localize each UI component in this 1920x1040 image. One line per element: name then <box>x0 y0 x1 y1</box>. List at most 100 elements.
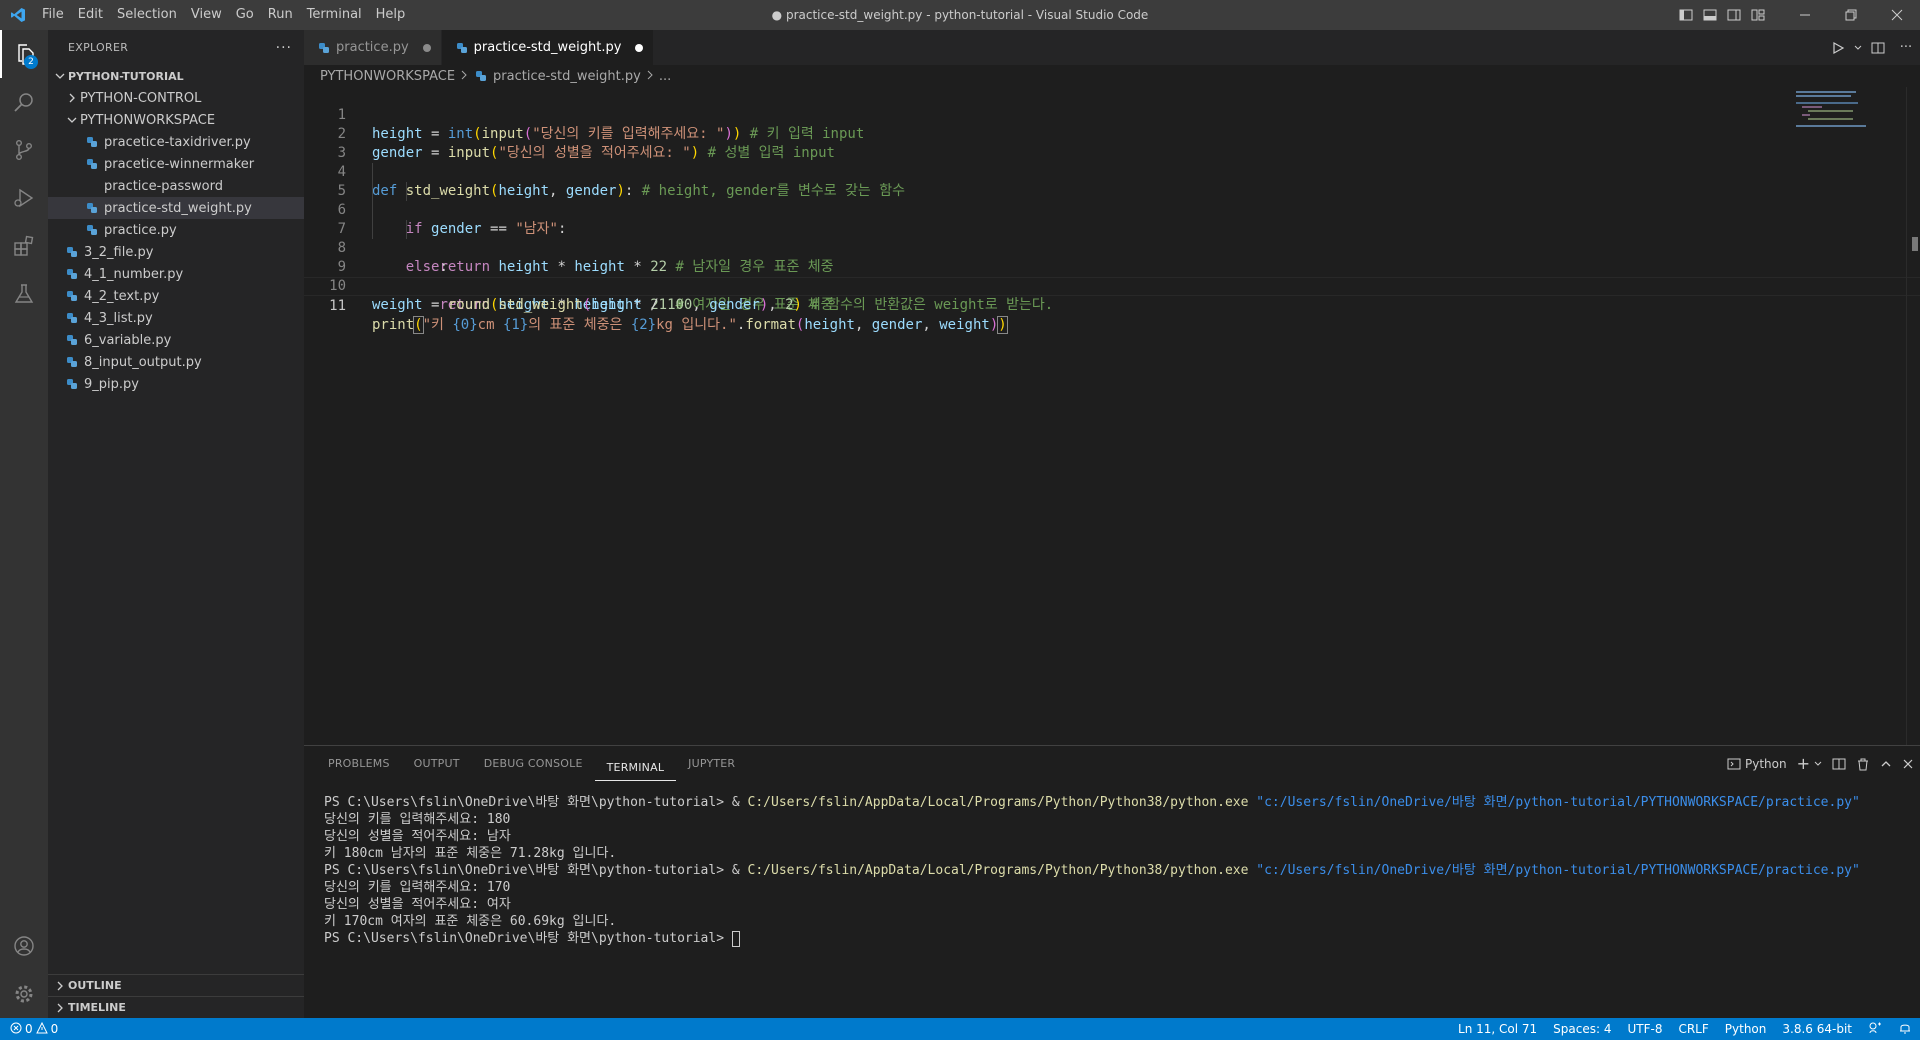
chevron-down-icon[interactable] <box>1852 44 1864 52</box>
file-item[interactable]: 3_2_file.py <box>48 241 304 263</box>
python-interpreter[interactable]: 3.8.6 64-bit <box>1774 1022 1860 1036</box>
modified-dot-icon[interactable] <box>635 43 644 52</box>
extensions-icon[interactable] <box>0 222 48 270</box>
file-item[interactable]: 4_1_number.py <box>48 263 304 285</box>
restore-icon[interactable] <box>1828 0 1874 30</box>
search-icon[interactable] <box>0 78 48 126</box>
menu-terminal[interactable]: Terminal <box>300 0 369 30</box>
settings-gear-icon[interactable] <box>0 970 48 1018</box>
file-item[interactable]: practice-password <box>48 175 304 197</box>
error-count: 0 <box>25 1022 33 1036</box>
folder-pythonworkspace[interactable]: PYTHONWORKSPACE <box>48 109 304 131</box>
tab-output[interactable]: OUTPUT <box>402 746 472 781</box>
source-control-icon[interactable] <box>0 126 48 174</box>
menu-selection[interactable]: Selection <box>110 0 184 30</box>
encoding[interactable]: UTF-8 <box>1619 1022 1670 1036</box>
more-actions-icon[interactable]: ··· <box>1892 40 1920 55</box>
run-python-file-icon[interactable] <box>1824 41 1852 55</box>
code-line[interactable]: 6 return height * height * 22 # 남자일 경우 표… <box>304 182 1920 275</box>
terminal-output[interactable]: PS C:\Users\fslin\OneDrive\바탕 화면\python-… <box>324 794 1860 947</box>
file-item[interactable]: pracetice-taxidriver.py <box>48 131 304 153</box>
code-line[interactable]: 7 else: <box>304 201 1920 275</box>
toggle-secondary-sidebar-icon[interactable] <box>1722 0 1746 30</box>
indentation[interactable]: Spaces: 4 <box>1545 1022 1619 1036</box>
menu-go[interactable]: Go <box>229 0 261 30</box>
split-editor-icon[interactable] <box>1864 41 1892 55</box>
file-item[interactable]: practice.py <box>48 219 304 241</box>
code-line-current[interactable]: 11 print("키 {0}cm {1}의 표준 체중은 {2}kg 입니다.… <box>304 277 1920 334</box>
toggle-sidebar-icon[interactable] <box>1674 0 1698 30</box>
code-line[interactable]: 8 return height * height * 21 # 여자일 경우 표… <box>304 220 1920 313</box>
python-file-icon <box>64 291 80 301</box>
notifications-bell-icon[interactable] <box>1890 1021 1920 1038</box>
terminal-shell-selector[interactable]: Python <box>1727 757 1787 771</box>
explorer-icon[interactable]: 2 <box>0 30 48 78</box>
close-panel-icon[interactable] <box>1902 758 1914 770</box>
tab-jupyter[interactable]: JUPYTER <box>676 746 747 781</box>
file-item[interactable]: 9_pip.py <box>48 373 304 395</box>
tab-practice-std-weight[interactable]: practice-std_weight.py <box>441 30 655 65</box>
close-icon[interactable] <box>1874 0 1920 30</box>
timeline-section[interactable]: TIMELINE <box>48 996 304 1018</box>
menu-run[interactable]: Run <box>261 0 300 30</box>
toggle-panel-icon[interactable] <box>1698 0 1722 30</box>
editor-scrollbar[interactable] <box>1906 87 1920 745</box>
code-editor[interactable]: 1 height = int(input("당신의 키를 입력해주세요: "))… <box>304 87 1920 745</box>
maximize-panel-icon[interactable] <box>1880 758 1892 770</box>
account-icon[interactable] <box>0 922 48 970</box>
new-terminal-icon[interactable]: + <box>1797 754 1810 773</box>
breadcrumb-more[interactable]: ... <box>659 69 671 84</box>
tab-debug-console[interactable]: DEBUG CONSOLE <box>472 746 595 781</box>
split-terminal-icon[interactable] <box>1832 757 1846 771</box>
modified-dot-icon[interactable] <box>422 43 431 52</box>
more-actions-icon[interactable]: ··· <box>276 40 292 56</box>
tab-terminal[interactable]: TERMINAL <box>594 755 677 781</box>
menu-help[interactable]: Help <box>369 0 413 30</box>
indent-guide <box>406 220 407 239</box>
menu-edit[interactable]: Edit <box>71 0 110 30</box>
explorer-sidebar: EXPLORER ··· PYTHON-TUTORIAL PYTHON-CONT… <box>48 30 304 1018</box>
outline-section[interactable]: OUTLINE <box>48 974 304 996</box>
trash-icon[interactable] <box>1856 757 1870 771</box>
file-item[interactable]: 4_3_list.py <box>48 307 304 329</box>
minimap[interactable] <box>1796 87 1906 127</box>
code-line[interactable]: 2 gender = input("당신의 성별을 적어주세요: ") # 성별… <box>304 106 1920 161</box>
menu-view[interactable]: View <box>184 0 229 30</box>
run-debug-icon[interactable] <box>0 174 48 222</box>
testing-icon[interactable] <box>0 270 48 318</box>
customize-layout-icon[interactable] <box>1746 0 1770 30</box>
language-mode[interactable]: Python <box>1717 1022 1775 1036</box>
code-line[interactable]: 10 weight = round(std_weight(height / 10… <box>304 258 1920 313</box>
file-label: pracetice-winnermaker <box>104 156 255 172</box>
code-text: print("키 {0}cm {1}의 표준 체중은 {2}kg 입니다.".f… <box>372 316 1008 334</box>
breadcrumb-folder[interactable]: PYTHONWORKSPACE <box>320 69 455 84</box>
code-line[interactable]: 9 <box>304 239 1920 275</box>
code-line[interactable]: 1 height = int(input("당신의 키를 입력해주세요: "))… <box>304 87 1920 142</box>
file-item[interactable]: pracetice-winnermaker <box>48 153 304 175</box>
tab-problems[interactable]: PROBLEMS <box>316 746 402 781</box>
file-item[interactable]: 4_2_text.py <box>48 285 304 307</box>
menu-file[interactable]: File <box>35 0 71 30</box>
file-label: 8_input_output.py <box>84 354 202 370</box>
terminal-line: 키 170cm 여자의 표준 체중은 60.69kg 입니다. <box>324 914 617 929</box>
cursor-position[interactable]: Ln 11, Col 71 <box>1450 1022 1545 1036</box>
chevron-right-icon <box>646 69 654 84</box>
code-line[interactable]: 5 if gender == "남자": <box>304 163 1920 237</box>
breadcrumb-file[interactable]: practice-std_weight.py <box>493 69 641 84</box>
file-label: practice-std_weight.py <box>104 200 252 216</box>
code-line[interactable]: 3 <box>304 125 1920 161</box>
file-item-selected[interactable]: practice-std_weight.py <box>48 197 304 219</box>
status-bar: 0 0 Ln 11, Col 71 Spaces: 4 UTF-8 CRLF P… <box>0 1018 1920 1040</box>
code-line[interactable]: 4 def std_weight(height, gender): # heig… <box>304 144 1920 199</box>
file-item[interactable]: 8_input_output.py <box>48 351 304 373</box>
line-ending[interactable]: CRLF <box>1670 1022 1716 1036</box>
file-item[interactable]: 6_variable.py <box>48 329 304 351</box>
tab-practice[interactable]: practice.py <box>304 30 442 65</box>
problems-status[interactable]: 0 0 <box>0 1021 58 1037</box>
chevron-down-icon[interactable] <box>1814 760 1822 768</box>
minimize-icon[interactable] <box>1782 0 1828 30</box>
folder-python-control[interactable]: PYTHON-CONTROL <box>48 87 304 109</box>
scrollbar-thumb[interactable] <box>1912 237 1918 251</box>
feedback-icon[interactable] <box>1860 1021 1890 1038</box>
workspace-root[interactable]: PYTHON-TUTORIAL <box>48 65 304 87</box>
